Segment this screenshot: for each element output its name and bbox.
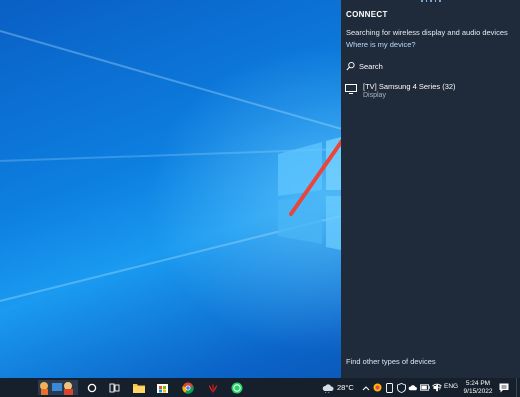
- show-hidden-icons-chevron-icon[interactable]: [361, 382, 371, 393]
- chrome-icon: [181, 382, 194, 394]
- panel-title: CONNECT: [346, 10, 388, 19]
- cortana-circle-icon: [87, 383, 96, 392]
- huawei-icon: [208, 382, 217, 393]
- chrome-button[interactable]: [180, 380, 195, 395]
- battery-icon[interactable]: [420, 382, 430, 393]
- searching-status-text: Searching for wireless display and audio…: [346, 28, 508, 37]
- microsoft-store-button[interactable]: [155, 380, 170, 395]
- device-name: [TV] Samsung 4 Series (32): [363, 82, 456, 91]
- find-other-devices-link[interactable]: Find other types of devices: [346, 357, 436, 366]
- store-icon: [157, 384, 168, 393]
- device-type: Display: [363, 92, 386, 99]
- connect-panel: CONNECT Searching for wireless display a…: [341, 0, 520, 378]
- where-is-my-device-link[interactable]: Where is my device?: [346, 40, 416, 49]
- security-tray-icon[interactable]: [396, 382, 406, 393]
- folder-icon: [132, 383, 145, 393]
- task-view-button[interactable]: [107, 380, 122, 395]
- weather-cloud-icon: [322, 383, 334, 393]
- phone-link-tray-icon[interactable]: [384, 382, 394, 393]
- volume-icon[interactable]: [433, 382, 443, 393]
- clock-date: 9/15/2022: [463, 387, 493, 395]
- whatsapp-icon: [231, 382, 242, 393]
- colorful-app-tray-icon[interactable]: [372, 382, 382, 393]
- news-widget-button[interactable]: [38, 380, 78, 395]
- show-desktop-button[interactable]: [516, 378, 520, 397]
- light-beam: [0, 30, 347, 132]
- search-button[interactable]: Search: [346, 60, 383, 72]
- weather-widget[interactable]: 28°C: [322, 381, 354, 394]
- whatsapp-button[interactable]: [229, 380, 244, 395]
- notification-icon: [499, 383, 509, 392]
- file-explorer-button[interactable]: [131, 380, 146, 395]
- action-center-button[interactable]: [498, 381, 510, 394]
- news-illustration-icon: [38, 380, 78, 395]
- weather-temperature: 28°C: [337, 383, 354, 392]
- huawei-app-button[interactable]: [205, 380, 220, 395]
- cortana-button[interactable]: [84, 380, 99, 395]
- search-icon: [346, 61, 355, 71]
- input-language-indicator[interactable]: ENG: [444, 383, 458, 390]
- device-list-item[interactable]: [TV] Samsung 4 Series (32) Display: [344, 80, 516, 104]
- device-texts: [TV] Samsung 4 Series (32) Display: [363, 80, 456, 104]
- taskbar-clock[interactable]: 5:24 PM 9/15/2022: [460, 379, 496, 396]
- clock-time: 5:24 PM: [465, 379, 491, 387]
- task-view-icon: [109, 383, 120, 392]
- taskbar: 28°C ENG 5:24 PM 9/15/2022: [0, 378, 520, 397]
- searching-progress-dots: [421, 0, 441, 2]
- search-label: Search: [359, 61, 383, 71]
- monitor-icon: [345, 84, 357, 94]
- onedrive-cloud-icon[interactable]: [408, 382, 418, 393]
